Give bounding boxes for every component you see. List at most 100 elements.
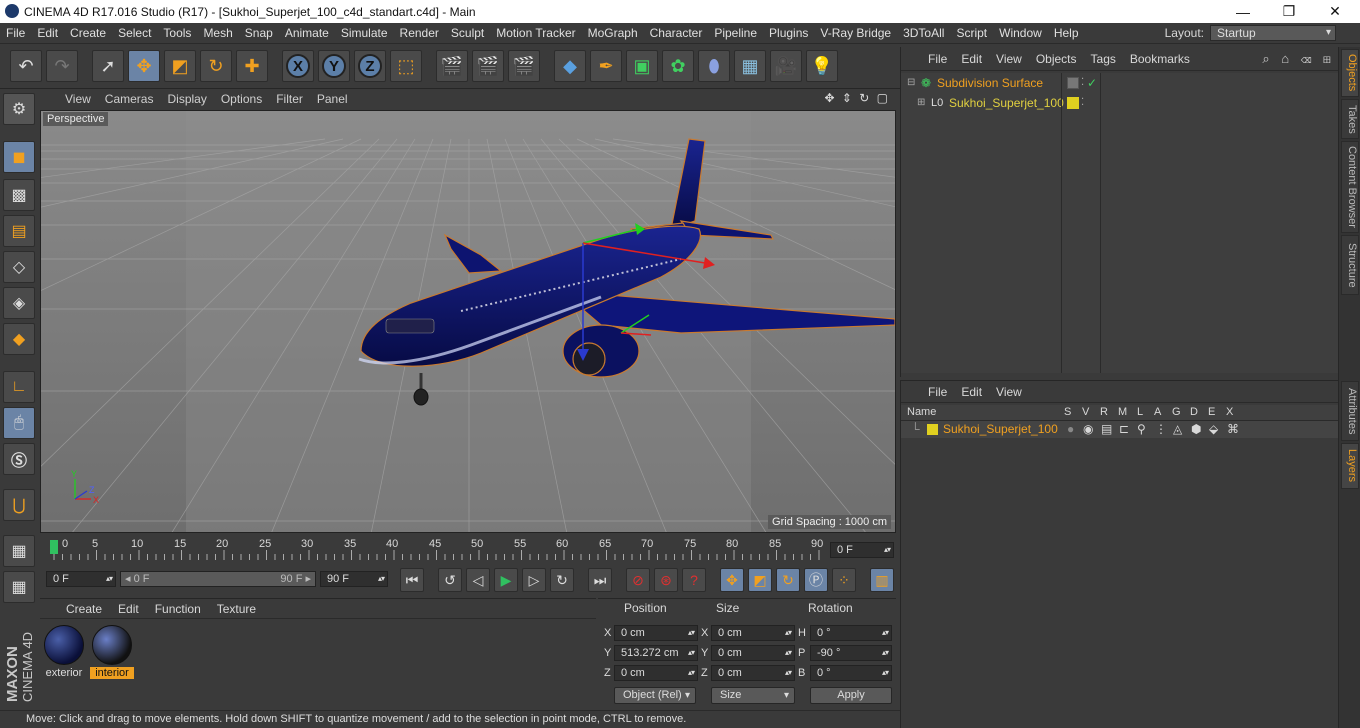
record-key-button[interactable]: ⊘ [626, 568, 650, 592]
menu-snap[interactable]: Snap [239, 26, 279, 40]
expand-plus-icon[interactable]: ⊞ [917, 94, 925, 112]
maximize-button[interactable]: ❐ [1266, 0, 1312, 23]
add-array-button[interactable]: ✿ [662, 50, 694, 82]
menu-motion-tracker[interactable]: Motion Tracker [490, 26, 581, 40]
prev-frame-button[interactable]: ◁ [466, 568, 490, 592]
minimize-button[interactable]: — [1220, 0, 1266, 23]
render-picture-viewer-button[interactable]: 🎬 [472, 50, 504, 82]
material-interior[interactable]: interior [90, 623, 134, 679]
perspective-viewport[interactable]: Y X Z Perspective Grid Spacing : 1000 cm [40, 110, 896, 533]
expression-icon[interactable]: ⬙ [1209, 421, 1218, 438]
layer-color-icon[interactable] [1067, 97, 1079, 109]
play-button[interactable]: ▶ [494, 568, 518, 592]
position-x-field[interactable]: 0 cm [614, 625, 698, 641]
menu-tools[interactable]: Tools [157, 26, 197, 40]
object-menu-edit[interactable]: Edit [954, 52, 989, 66]
y-axis-button[interactable]: Y [318, 50, 350, 82]
timeline-window-button[interactable]: ▥ [870, 568, 894, 592]
size-z-field[interactable]: 0 cm [711, 665, 795, 681]
rotation-b-field[interactable]: 0 ° [810, 665, 892, 681]
layout-dropdown[interactable]: Startup [1210, 25, 1336, 41]
frame-range-slider[interactable]: ◂ 0 F 90 F ▸ [120, 571, 316, 587]
menu-create[interactable]: Create [64, 26, 112, 40]
axis-mode-button[interactable]: ∟ [3, 371, 35, 403]
object-menu-bookmarks[interactable]: Bookmarks [1123, 52, 1197, 66]
floor-snap-button[interactable]: ▦ [3, 571, 35, 603]
menu-mograph[interactable]: MoGraph [582, 26, 644, 40]
clapper-icon[interactable]: ▤ [1101, 421, 1112, 438]
render-view-button[interactable]: 🎬 [436, 50, 468, 82]
key-pla-button[interactable]: ⁘ [832, 568, 856, 592]
live-selection-button[interactable]: ➚ [92, 50, 124, 82]
menu-window[interactable]: Window [993, 26, 1048, 40]
add-scene-button[interactable]: ▦ [734, 50, 766, 82]
menu-mesh[interactable]: Mesh [197, 26, 238, 40]
edges-mode-button[interactable]: ◈ [3, 287, 35, 319]
material-exterior[interactable]: exterior [42, 623, 86, 679]
coordinate-mode-dropdown[interactable]: Object (Rel) [614, 687, 696, 704]
tab-attributes[interactable]: Attributes [1341, 381, 1359, 441]
material-menu-edit[interactable]: Edit [110, 602, 147, 616]
object-manager-tools-icons[interactable]: ⌕ ⌂ ⌫ ⊞ [1262, 51, 1335, 67]
generator-icon[interactable]: ◬ [1173, 421, 1182, 438]
prev-key-button[interactable]: ↺ [438, 568, 462, 592]
key-parameter-button[interactable]: Ⓟ [804, 568, 828, 592]
coordinate-system-button[interactable]: ⬚ [390, 50, 422, 82]
key-scale-button[interactable]: ◩ [748, 568, 772, 592]
apply-button[interactable]: Apply [810, 687, 892, 704]
visibility-dots-icon[interactable]: ⁚ [1081, 94, 1084, 112]
start-frame-field[interactable]: 0 F [46, 571, 116, 587]
z-axis-button[interactable]: Z [354, 50, 386, 82]
tab-structure[interactable]: Structure [1341, 235, 1359, 295]
current-frame-field[interactable]: 0 F [830, 542, 894, 558]
position-z-field[interactable]: 0 cm [614, 665, 698, 681]
menu-3dtoall[interactable]: 3DToAll [897, 26, 950, 40]
goto-start-button[interactable]: ⏮ [400, 568, 424, 592]
menu-animate[interactable]: Animate [279, 26, 335, 40]
menu-render[interactable]: Render [394, 26, 445, 40]
tree-row-sukhoi[interactable]: ⊞ L0 Sukhoi_Superjet_100 ⁚ [901, 94, 1339, 112]
move-tool-button[interactable]: ✥ [128, 50, 160, 82]
deformer-icon[interactable]: ⬢ [1191, 421, 1201, 438]
tweak-mode-button[interactable]: 🖱 [3, 407, 35, 439]
viewport-camera-label[interactable]: Perspective [43, 112, 109, 126]
lock-icon[interactable]: ⚲ [1137, 421, 1146, 438]
undo-button[interactable]: ↶ [10, 50, 42, 82]
layer-menu-view[interactable]: View [989, 385, 1029, 399]
viewport-menu-view[interactable]: View [58, 92, 98, 106]
tab-objects[interactable]: Objects [1341, 49, 1359, 97]
size-y-field[interactable]: 0 cm [711, 645, 795, 661]
workplane-mode-button[interactable]: ▤ [3, 215, 35, 247]
autokey-button[interactable]: ⊛ [654, 568, 678, 592]
next-key-button[interactable]: ↻ [550, 568, 574, 592]
add-nurbs-button[interactable]: ▣ [626, 50, 658, 82]
tab-content-browser[interactable]: Content Browser [1341, 141, 1359, 233]
object-menu-tags[interactable]: Tags [1084, 52, 1123, 66]
model-mode-button[interactable]: ◼ [3, 141, 35, 173]
points-mode-button[interactable]: ◇ [3, 251, 35, 283]
viewport-menu-options[interactable]: Options [214, 92, 269, 106]
menu-pipeline[interactable]: Pipeline [708, 26, 763, 40]
layer-tag-icon[interactable] [1067, 77, 1079, 89]
eye-icon[interactable]: ◉ [1083, 421, 1093, 438]
viewport-menu-display[interactable]: Display [160, 92, 213, 106]
layer-color-swatch[interactable] [927, 424, 938, 435]
next-frame-button[interactable]: ▷ [522, 568, 546, 592]
key-position-button[interactable]: ✥ [720, 568, 744, 592]
rotate-tool-button[interactable]: ↻ [200, 50, 232, 82]
add-spline-button[interactable]: ✒ [590, 50, 622, 82]
position-y-field[interactable]: 513.272 cm [614, 645, 698, 661]
layer-menu-file[interactable]: File [921, 385, 954, 399]
size-x-field[interactable]: 0 cm [711, 625, 795, 641]
rotation-p-field[interactable]: -90 ° [810, 645, 892, 661]
goto-end-button[interactable]: ⏭ [588, 568, 612, 592]
polygons-mode-button[interactable]: ◆ [3, 323, 35, 355]
material-menu-function[interactable]: Function [147, 602, 209, 616]
scale-tool-button[interactable]: ◩ [164, 50, 196, 82]
make-editable-button[interactable]: ⚙ [3, 93, 35, 125]
manager-icon[interactable]: ⊏ [1119, 421, 1129, 438]
snap-button[interactable]: Ⓢ [3, 443, 35, 475]
menu-select[interactable]: Select [112, 26, 157, 40]
menu-plugins[interactable]: Plugins [763, 26, 814, 40]
object-menu-file[interactable]: File [921, 52, 954, 66]
